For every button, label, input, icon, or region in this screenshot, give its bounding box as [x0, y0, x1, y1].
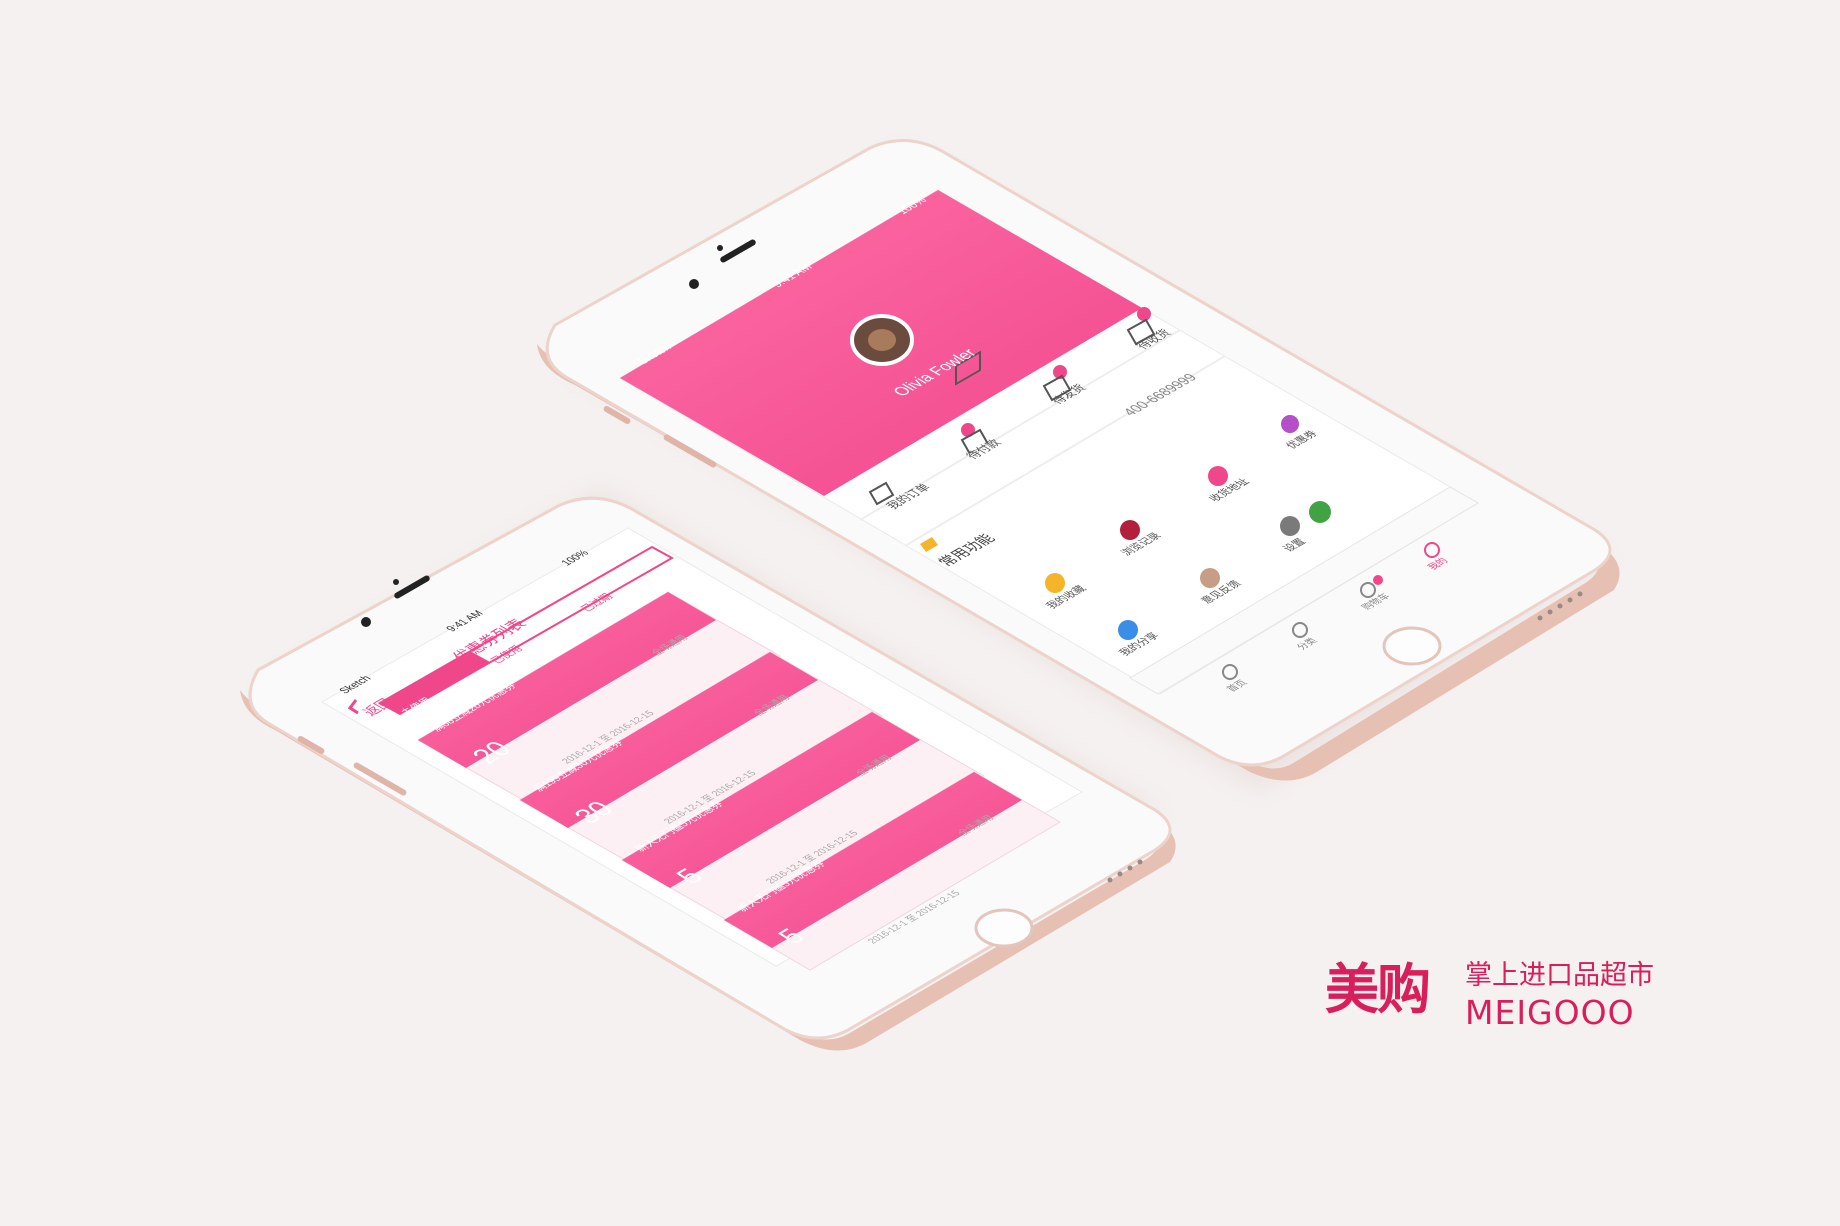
cart-badge	[1373, 575, 1383, 585]
address-icon[interactable]	[1208, 466, 1228, 486]
sensor	[717, 245, 723, 251]
share-icon[interactable]	[1118, 620, 1138, 640]
brand-block: 美购 掌上进口品超市 MEIGOOO	[1325, 945, 1655, 1035]
settings-gear-icon[interactable]	[1280, 516, 1300, 536]
feedback-icon[interactable]	[1200, 568, 1220, 588]
history-icon[interactable]	[1120, 520, 1140, 540]
coupon-key-icon[interactable]	[1281, 415, 1299, 433]
service-icon[interactable]	[1309, 501, 1331, 523]
mockup-scene	[240, 138, 1620, 1051]
brand-logo: 美购	[1325, 958, 1431, 1021]
front-camera	[361, 617, 371, 627]
sensor	[393, 579, 399, 585]
home-button[interactable]	[974, 908, 1034, 948]
brand-name-en: MEIGOOO	[1465, 993, 1635, 1032]
favorites-icon[interactable]	[1045, 573, 1065, 593]
brand-tagline: 掌上进口品超市	[1465, 960, 1654, 991]
order-badge	[1137, 307, 1151, 321]
home-button[interactable]	[1382, 626, 1442, 666]
avatar-face	[868, 329, 896, 351]
front-camera	[689, 279, 699, 289]
